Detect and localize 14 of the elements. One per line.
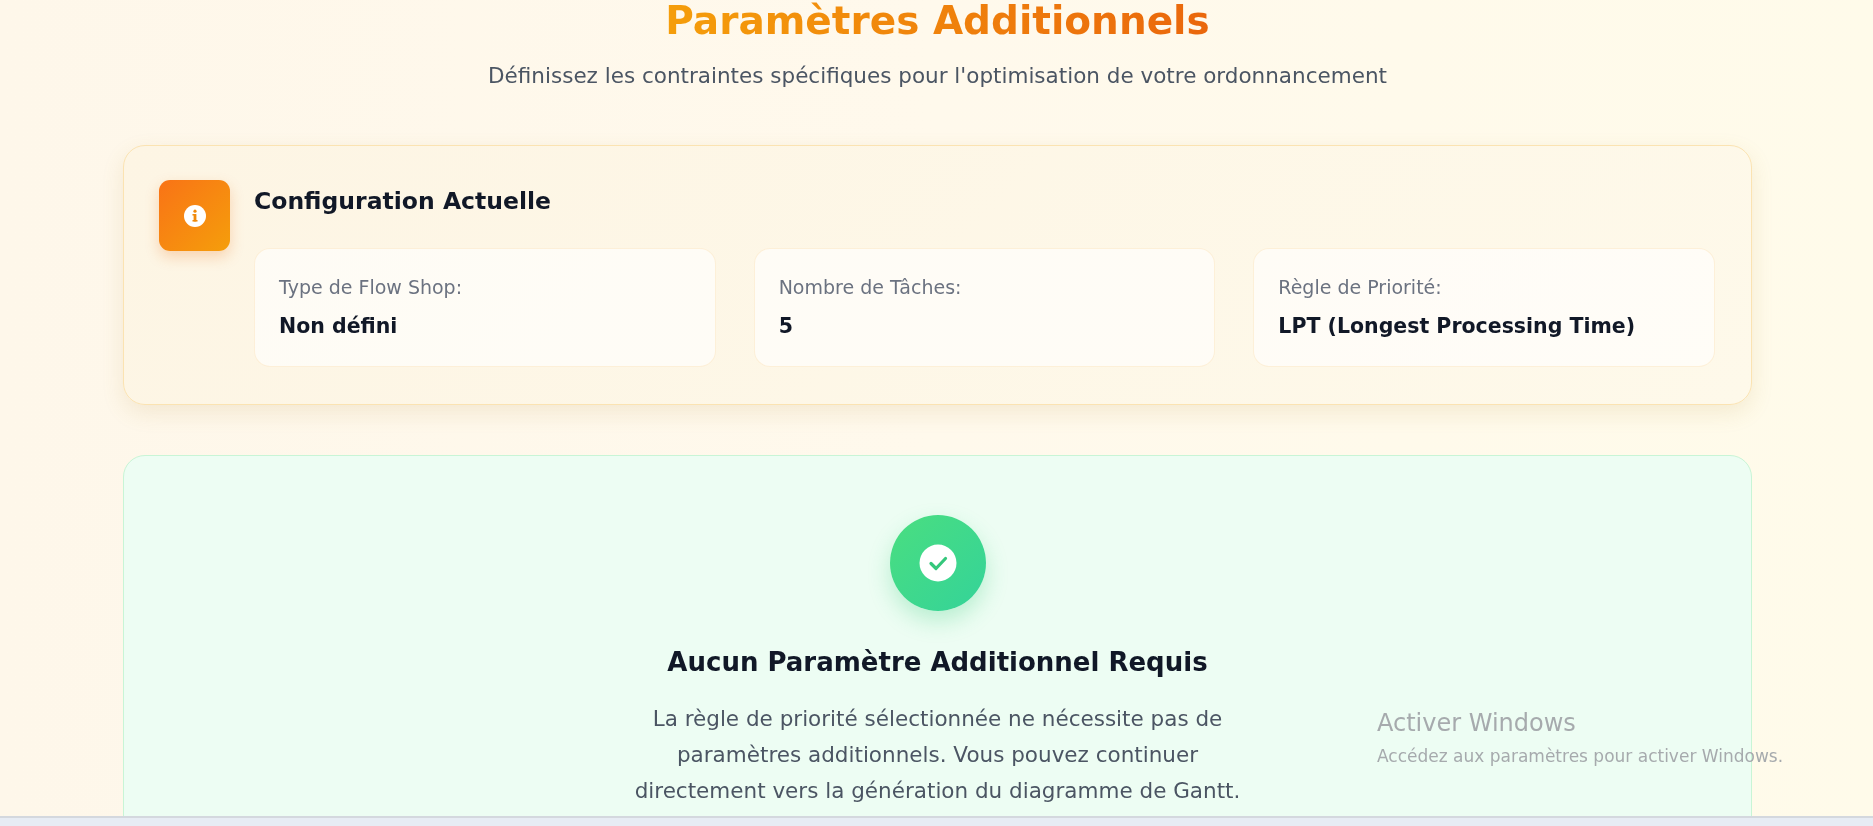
- section-title: Configuration Actuelle: [254, 186, 552, 216]
- notice-message: La règle de priorité sélectionnée ne nécessite pas de paramètres additionnels. Vous pouvez continuer directement vers la génération du diagramme de Gantt.: [633, 705, 1242, 805]
- info-label: Règle de Priorité:: [1278, 275, 1443, 299]
- check-circle-icon: [889, 515, 986, 611]
- activation-title: Activer Windows: [1377, 708, 1577, 738]
- page-subtitle: Définissez les contraintes spécifiques pour l'optimisation de votre ordonnancement: [488, 62, 1387, 90]
- info-value: Non défini: [279, 313, 399, 339]
- info-icon: [159, 180, 230, 251]
- info-value: LPT (Longest Processing Time): [1278, 313, 1637, 339]
- activation-message: Accédez aux paramètres pour activer Windows.: [1377, 745, 1784, 767]
- info-label: Type de Flow Shop:: [279, 275, 464, 299]
- info-value: 5: [778, 313, 794, 339]
- info-label: Nombre de Tâches:: [778, 275, 963, 299]
- notice-title: Aucun Paramètre Additionnel Requis: [667, 646, 1208, 679]
